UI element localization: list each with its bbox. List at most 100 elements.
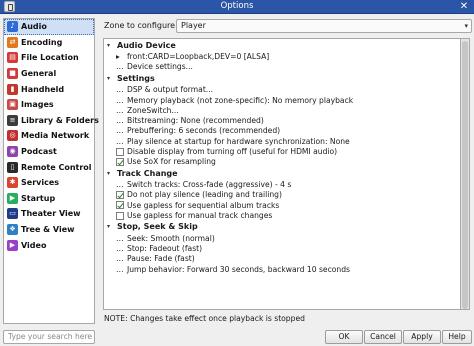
sidebar-item-library-folders[interactable]: ≡ Library & Folders (4, 113, 99, 129)
setting-row[interactable]: … Device settings... (104, 62, 460, 72)
zone-select[interactable]: Player ▾ (176, 19, 472, 33)
group-title: Settings (117, 73, 155, 83)
expand-arrow-icon[interactable]: ▾ (107, 223, 117, 230)
expand-arrow-icon[interactable]: ▾ (107, 170, 117, 177)
expand-arrow-icon[interactable]: ▾ (107, 42, 117, 49)
sidebar-item-audio[interactable]: ♪ Audio (4, 19, 94, 35)
sidebar-item-general[interactable]: ■ General (4, 66, 94, 82)
theater-view-icon: ▭ (7, 208, 18, 220)
setting-checkbox[interactable] (116, 157, 124, 166)
setting-row[interactable]: Use gapless for sequential album tracks (104, 200, 460, 210)
sidebar-item-label: General (21, 69, 57, 79)
setting-checkbox[interactable] (116, 190, 124, 199)
sidebar-item-label: Services (21, 178, 60, 188)
handheld-icon: ▮ (7, 83, 18, 95)
chevron-down-icon: ▾ (464, 22, 468, 30)
sidebar-item-label: Remote Control (21, 162, 92, 172)
setting-label: Use gapless for manual track changes (127, 211, 273, 220)
audio-settings-tree: ▾ Audio Device ▸ front:CARD=Loopback,DEV=0 … (103, 38, 461, 310)
tree-branch-icon: … (116, 244, 124, 254)
setting-row[interactable]: Do not play silence (leading and trailin… (104, 190, 460, 200)
zone-select-value: Player (181, 21, 206, 30)
sidebar-item-video[interactable]: ▶ Video (4, 237, 94, 253)
sidebar-item-remote-control[interactable]: ▯ Remote Control (4, 159, 94, 175)
sidebar-item-startup[interactable]: ▶ Startup (4, 191, 94, 207)
sidebar-item-label: Handheld (21, 84, 65, 94)
setting-row[interactable]: … Seek: Smooth (normal) (104, 233, 460, 243)
zone-label: Zone to configure: (104, 21, 178, 30)
group-title: Track Change (117, 168, 178, 178)
setting-row[interactable]: … Switch tracks: Cross-fade (aggressive) … (104, 179, 460, 189)
sidebar-item-label: Library & Folders (21, 115, 99, 125)
sidebar-item-images[interactable]: ▣ Images (4, 97, 94, 113)
setting-label: ZoneSwitch... (127, 105, 179, 115)
setting-row[interactable]: … Jump behavior: Forward 30 seconds, back… (104, 264, 460, 274)
setting-row[interactable]: ▸ front:CARD=Loopback,DEV=0 [ALSA] (104, 52, 460, 62)
playback-note: NOTE: Changes take effect once playback … (104, 314, 305, 323)
tree-branch-icon: … (116, 116, 124, 126)
tree-branch-icon: … (116, 264, 124, 274)
group-header[interactable]: ▾ Track Change (104, 167, 460, 180)
setting-row[interactable]: Disable display from turning off (useful… (104, 146, 460, 156)
setting-row[interactable]: … Prebuffering: 6 seconds (recommended) (104, 126, 460, 136)
tree-branch-icon: … (116, 62, 124, 72)
expand-arrow-icon[interactable]: ▾ (107, 75, 117, 82)
tree-branch-icon: ▸ (116, 52, 120, 62)
setting-label: Memory playback (not zone-specific): No … (127, 95, 354, 105)
sidebar-item-services[interactable]: ✱ Services (4, 175, 94, 191)
close-icon[interactable]: ✕ (458, 1, 470, 13)
services-icon: ✱ (7, 177, 18, 189)
tree-branch-icon: … (116, 95, 124, 105)
sidebar-item-file-location[interactable]: ▤ File Location (4, 50, 94, 66)
setting-row[interactable]: … DSP & output format... (104, 85, 460, 95)
tree-branch-icon: … (116, 85, 124, 95)
setting-row[interactable]: … Stop: Fadeout (fast) (104, 243, 460, 253)
sidebar-item-podcast[interactable]: ◉ Podcast (4, 144, 94, 160)
setting-label: Device settings... (127, 62, 193, 72)
sidebar-item-label: Media Network (21, 131, 90, 141)
setting-checkbox[interactable] (116, 201, 124, 210)
video-icon: ▶ (7, 239, 18, 251)
sidebar-item-theater-view[interactable]: ▭ Theater View (4, 206, 94, 222)
setting-checkbox[interactable] (116, 211, 124, 220)
group-header[interactable]: ▾ Audio Device (104, 39, 460, 52)
help-button[interactable]: Help (442, 330, 472, 344)
sidebar-item-label: Theater View (21, 209, 81, 219)
setting-row[interactable]: Use gapless for manual track changes (104, 210, 460, 220)
sidebar-item-tree-view[interactable]: ❖ Tree & View (4, 222, 94, 238)
search-input[interactable]: Type your search here (3, 330, 95, 344)
setting-row[interactable]: … Bitstreaming: None (recommended) (104, 115, 460, 125)
sidebar-item-label: File Location (21, 53, 79, 63)
file-location-icon: ▤ (7, 52, 18, 64)
tree-branch-icon: … (116, 126, 124, 136)
group-header[interactable]: ▾ Settings (104, 72, 460, 85)
sidebar-item-encoding[interactable]: ⇄ Encoding (4, 35, 94, 51)
setting-row[interactable]: … ZoneSwitch... (104, 105, 460, 115)
tree-scrollbar[interactable] (461, 38, 470, 310)
tree-branch-icon: … (116, 233, 124, 243)
setting-row[interactable]: … Play silence at startup for hardware sy… (104, 136, 460, 146)
ok-button[interactable]: OK (325, 330, 363, 344)
options-sidebar: ♪ Audio ⇄ Encoding ▤ File Location ■ General ▮ Ha… (3, 18, 99, 324)
setting-row[interactable]: … Pause: Fade (fast) (104, 254, 460, 264)
audio-icon: ♪ (7, 21, 18, 33)
tree-branch-icon: … (116, 136, 124, 146)
sidebar-item-handheld[interactable]: ▮ Handheld (4, 81, 94, 97)
setting-label: Switch tracks: Cross-fade (aggressive) -… (127, 180, 292, 190)
group-title: Stop, Seek & Skip (117, 222, 198, 232)
setting-row[interactable]: Use SoX for resampling (104, 157, 460, 167)
setting-label: Use SoX for resampling (127, 157, 216, 167)
setting-label: Prebuffering: 6 seconds (recommended) (127, 126, 281, 136)
setting-row[interactable]: … Memory playback (not zone-specific): No… (104, 95, 460, 105)
group-header[interactable]: ▾ Stop, Seek & Skip (104, 221, 460, 234)
apply-button[interactable]: Apply (403, 330, 441, 344)
tree-branch-icon: … (116, 254, 124, 264)
tree-branch-icon: … (116, 180, 124, 190)
scrollbar-thumb[interactable] (462, 41, 468, 309)
setting-label: Disable display from turning off (useful… (127, 147, 338, 157)
cancel-button[interactable]: Cancel (364, 330, 402, 344)
setting-label: Play silence at startup for hardware syn… (127, 136, 350, 146)
sidebar-item-media-network[interactable]: ◎ Media Network (4, 128, 94, 144)
setting-label: Use gapless for sequential album tracks (127, 200, 280, 210)
setting-checkbox[interactable] (116, 147, 124, 156)
